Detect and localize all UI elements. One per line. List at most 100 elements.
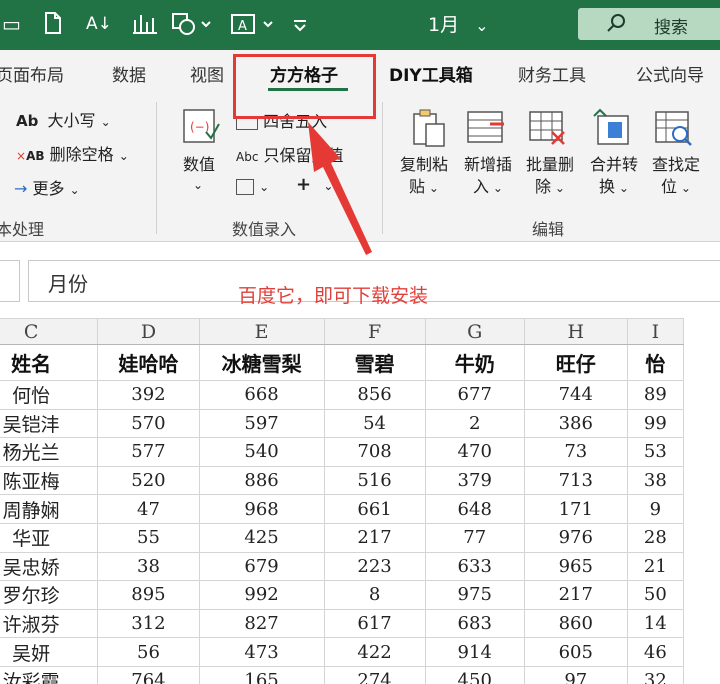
table-cell[interactable]: 77 [424,522,525,553]
table-cell[interactable]: 32 [626,665,685,684]
table-cell[interactable]: 860 [523,608,628,639]
table-cell[interactable]: 冰糖雪梨 [198,344,325,381]
table-cell[interactable]: 661 [323,494,426,524]
table-cell[interactable]: 牛奶 [424,344,525,381]
table-cell[interactable]: 223 [323,551,426,582]
table-cell[interactable]: 633 [424,551,525,582]
table-cell[interactable]: 392 [97,380,200,410]
chart-icon[interactable] [132,12,158,39]
tab-formula-wizard[interactable]: 公式向导 [636,61,704,86]
table-cell[interactable]: 21 [626,551,685,582]
table-cell[interactable]: 914 [424,637,525,667]
table-cell[interactable]: 28 [626,522,685,553]
table-cell[interactable]: 53 [626,437,685,467]
table-cell[interactable]: 976 [523,522,628,553]
column-header[interactable]: G [424,318,525,345]
find-locate-button[interactable]: 查找定 位 ⌄ [646,154,706,199]
insert-new-button[interactable]: 新增插 入 ⌄ [458,154,518,199]
table-cell[interactable]: 425 [198,522,325,553]
table-cell[interactable]: 56 [97,637,200,667]
table-cell[interactable]: 570 [97,408,200,439]
table-cell[interactable]: 14 [626,608,685,639]
keep-value-button[interactable]: Abc 只保留数值 [236,142,344,166]
table-cell[interactable]: 娃哈哈 [97,344,200,381]
table-cell[interactable]: 73 [523,437,628,467]
table-cell[interactable]: 379 [424,465,525,496]
table-cell[interactable]: 陈亚梅 [0,465,99,496]
table-cell[interactable]: 577 [97,437,200,467]
find-locate-icon[interactable] [654,108,694,148]
table-cell[interactable]: 许淑芬 [0,608,99,639]
table-cell[interactable]: 华亚 [0,522,99,553]
table-cell[interactable]: 422 [323,637,426,667]
column-header[interactable]: H [523,318,628,345]
table-cell[interactable]: 975 [424,580,525,610]
table-cell[interactable]: 895 [97,580,200,610]
sort-az-icon[interactable]: A↓ [86,12,112,36]
batch-delete-icon[interactable] [528,108,568,148]
table-cell[interactable]: 516 [323,465,426,496]
table-cell[interactable]: 827 [198,608,325,639]
table-cell[interactable]: 668 [198,380,325,410]
table-cell[interactable]: 汝彩霞 [0,665,99,684]
save-icon[interactable]: ▭ [2,12,21,36]
table-cell[interactable]: 312 [97,608,200,639]
table-cell[interactable]: 8 [323,580,426,610]
table-cell[interactable]: 50 [626,580,685,610]
table-cell[interactable]: 764 [97,665,200,684]
case-button[interactable]: Ab 大小写 ⌄ [16,107,111,131]
table-cell[interactable]: 683 [424,608,525,639]
table-cell[interactable]: 217 [323,522,426,553]
table-cell[interactable]: 965 [523,551,628,582]
insert-new-icon[interactable] [466,108,506,148]
table-cell[interactable]: 617 [323,608,426,639]
table-cell[interactable]: 吴妍 [0,637,99,667]
tab-finance-tools[interactable]: 财务工具 [518,61,586,86]
search-box[interactable]: 搜索 [578,8,720,40]
table-cell[interactable]: 470 [424,437,525,467]
table-cell[interactable]: 520 [97,465,200,496]
customize-icon[interactable] [292,12,308,41]
table-cell[interactable]: 罗尔珍 [0,580,99,610]
table-cell[interactable]: 597 [198,408,325,439]
table-cell[interactable]: 386 [523,408,628,439]
table-cell[interactable]: 679 [198,551,325,582]
table-cell[interactable]: 744 [523,380,628,410]
table-cell[interactable]: 38 [626,465,685,496]
copy-paste-button[interactable]: 复制粘 贴 ⌄ [394,154,454,199]
table-cell[interactable]: 杨光兰 [0,437,99,467]
column-header[interactable]: E [198,318,325,345]
more-button[interactable]: → 更多 ⌄ [14,175,80,199]
table-cell[interactable]: 171 [523,494,628,524]
merge-convert-icon[interactable] [592,108,632,148]
table-cell[interactable]: 2 [424,408,525,439]
column-header[interactable]: C [0,318,99,345]
delete-space-button[interactable]: ×AB 删除空格 ⌄ [16,141,129,165]
table-cell[interactable]: 968 [198,494,325,524]
table-cell[interactable]: 97 [523,665,628,684]
tab-page-layout[interactable]: 页面布局 [0,61,64,86]
merge-convert-button[interactable]: 合并转 换 ⌄ [584,154,644,199]
tab-data[interactable]: 数据 [112,61,146,86]
value-button[interactable]: 数值 [169,154,229,176]
table-cell[interactable]: 217 [523,580,628,610]
name-box[interactable] [0,260,20,302]
table-cell[interactable]: 吴忠娇 [0,551,99,582]
table-cell[interactable]: 713 [523,465,628,496]
table-cell[interactable]: 274 [323,665,426,684]
textbox-icon[interactable]: A [230,12,276,41]
shapes-icon[interactable] [172,12,212,41]
table-cell[interactable]: 99 [626,408,685,439]
copy-paste-icon[interactable] [408,108,448,148]
table-cell[interactable]: 吴铠沣 [0,408,99,439]
table-cell[interactable]: 605 [523,637,628,667]
column-header[interactable]: I [626,318,685,345]
value-icon[interactable]: (−) [180,106,220,146]
table-cell[interactable]: 677 [424,380,525,410]
table-cell[interactable]: 何怡 [0,380,99,410]
table-cell[interactable]: 怡 [626,344,685,381]
fill-options-button[interactable]: ⌄ [236,176,269,195]
table-cell[interactable]: 856 [323,380,426,410]
table-cell[interactable]: 旺仔 [523,344,628,381]
table-cell[interactable]: 708 [323,437,426,467]
